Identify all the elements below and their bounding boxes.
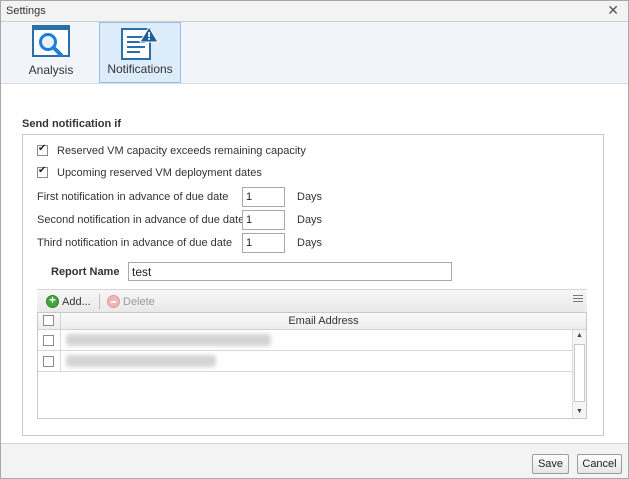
tab-analysis-label: Analysis [28, 63, 74, 77]
settings-dialog: Settings ✕ Analysis Notifications Send n… [0, 0, 629, 479]
cancel-button[interactable]: Cancel [577, 454, 622, 474]
window-title: Settings [6, 5, 46, 17]
third-notification-unit: Days [297, 237, 323, 249]
delete-email-button[interactable]: Delete [107, 293, 155, 310]
delete-email-label: Delete [123, 295, 155, 308]
second-notification-label: Second notification in advance of due da… [37, 214, 245, 226]
redacted-email[interactable] [66, 355, 216, 367]
first-notification-input[interactable] [242, 187, 285, 207]
tab-analysis[interactable]: Analysis [19, 22, 83, 83]
email-address-column-header[interactable]: Email Address [60, 313, 586, 330]
report-warning-icon [121, 26, 159, 60]
scroll-down-icon[interactable]: ▼ [573, 406, 586, 418]
add-icon [46, 293, 59, 308]
first-notification-unit: Days [297, 191, 323, 203]
delete-icon [107, 295, 120, 308]
capacity-exceeds-checkbox[interactable] [37, 143, 48, 156]
email-grid: Email Address ▲ ▼ [37, 312, 587, 419]
row-checkbox[interactable] [43, 356, 54, 367]
close-icon[interactable]: ✕ [607, 3, 619, 17]
table-row [38, 330, 572, 351]
redacted-email[interactable] [66, 334, 271, 346]
section-title: Send notification if [22, 118, 121, 130]
tab-notifications-label: Notifications [107, 62, 173, 76]
first-notification-label: First notification in advance of due dat… [37, 191, 229, 203]
scroll-up-icon[interactable]: ▲ [573, 330, 586, 342]
add-email-button[interactable]: Add... [46, 293, 91, 310]
toolbar-separator [99, 294, 100, 309]
add-email-label: Add... [62, 295, 91, 308]
table-row [38, 351, 572, 372]
scroll-thumb[interactable] [574, 344, 585, 402]
third-notification-label: Third notification in advance of due dat… [37, 237, 233, 249]
row-checkbox[interactable] [43, 335, 54, 346]
capacity-exceeds-label: Reserved VM capacity exceeds remaining c… [57, 145, 306, 157]
second-notification-unit: Days [297, 214, 323, 226]
grid-header: Email Address [38, 313, 586, 330]
title-bar: Settings ✕ [1, 1, 628, 22]
magnifier-icon [32, 25, 70, 57]
save-button[interactable]: Save [532, 454, 569, 474]
email-grid-toolbar: Add... Delete [37, 289, 587, 312]
third-notification-input[interactable] [242, 233, 285, 253]
report-name-label: Report Name [51, 266, 120, 278]
deployment-dates-label: Upcoming reserved VM deployment dates [57, 167, 262, 179]
column-menu-icon[interactable] [573, 295, 583, 306]
grid-scrollbar[interactable]: ▲ ▼ [572, 330, 586, 418]
report-name-input[interactable] [128, 262, 452, 281]
deployment-dates-checkbox[interactable] [37, 165, 48, 178]
select-all-checkbox[interactable] [43, 315, 54, 326]
dialog-footer: Save Cancel [1, 443, 628, 478]
tab-notifications[interactable]: Notifications [99, 22, 181, 83]
tab-strip: Analysis Notifications [1, 22, 628, 84]
second-notification-input[interactable] [242, 210, 285, 230]
